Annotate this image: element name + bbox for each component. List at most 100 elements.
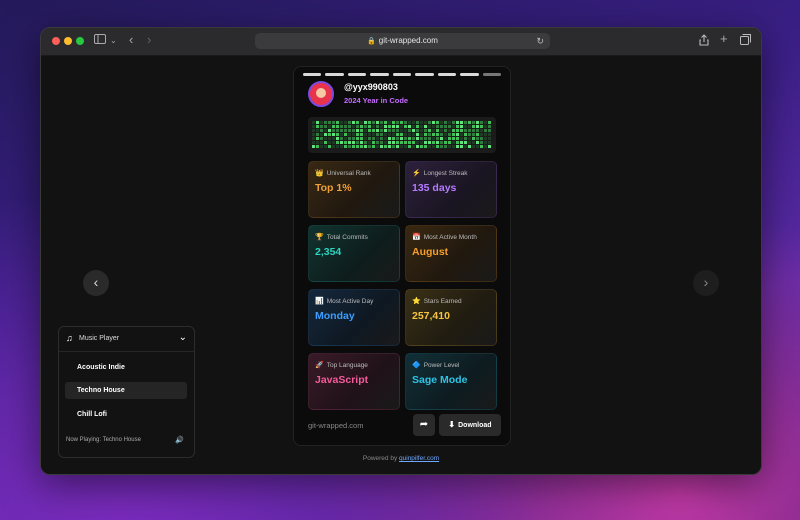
- contribution-cell: [428, 137, 431, 140]
- contribution-cell: [452, 137, 455, 140]
- contribution-cell: [388, 125, 391, 128]
- stat-label: ⚡ Longest Streak: [412, 170, 468, 177]
- contribution-cell: [444, 121, 447, 124]
- contribution-cell: [352, 141, 355, 144]
- contribution-cell: [480, 121, 483, 124]
- contribution-cell: [328, 121, 331, 124]
- stat-label: 👑 Universal Rank: [315, 170, 371, 177]
- stat-value: Sage Mode: [412, 374, 468, 386]
- contribution-cell: [488, 125, 491, 128]
- contribution-cell: [348, 121, 351, 124]
- contribution-cell: [352, 129, 355, 132]
- download-button[interactable]: ⬇ Download: [439, 414, 501, 436]
- contribution-cell: [412, 133, 415, 136]
- contribution-cell: [312, 133, 315, 136]
- new-tab-icon[interactable]: +: [720, 32, 728, 46]
- contribution-cell: [380, 125, 383, 128]
- contribution-cell: [336, 125, 339, 128]
- volume-icon[interactable]: 🔊: [175, 436, 184, 444]
- contribution-cell: [388, 121, 391, 124]
- download-label: Download: [458, 422, 492, 429]
- contribution-cell: [404, 133, 407, 136]
- contribution-cell: [372, 141, 375, 144]
- contribution-cell: [312, 121, 315, 124]
- contribution-cell: [348, 145, 351, 148]
- tabs-overview-icon[interactable]: [740, 34, 751, 49]
- contribution-cell: [488, 121, 491, 124]
- contribution-cell: [320, 141, 323, 144]
- contribution-cell: [404, 141, 407, 144]
- maximize-window-button[interactable]: [76, 37, 84, 45]
- contribution-cell: [456, 125, 459, 128]
- contribution-cell: [400, 141, 403, 144]
- share-icon[interactable]: [699, 34, 709, 50]
- chevron-down-icon[interactable]: ⌄: [110, 34, 117, 48]
- contribution-cell: [392, 145, 395, 148]
- powered-by-link[interactable]: quinpilfer.com: [399, 455, 439, 462]
- contribution-cell: [472, 137, 475, 140]
- stat-value: Top 1%: [315, 182, 352, 194]
- progress-segment: [392, 73, 412, 76]
- stat-tile: 🚀 Top Language JavaScript: [308, 353, 400, 410]
- contribution-cell: [428, 141, 431, 144]
- contribution-cell: [464, 129, 467, 132]
- stat-label: 🚀 Top Language: [315, 362, 368, 369]
- contribution-cell: [480, 145, 483, 148]
- contribution-cell: [452, 125, 455, 128]
- minimize-window-button[interactable]: [64, 37, 72, 45]
- contribution-cell: [468, 137, 471, 140]
- back-button[interactable]: ‹: [129, 33, 133, 47]
- contribution-cell: [432, 121, 435, 124]
- contribution-cell: [436, 137, 439, 140]
- contribution-cell: [460, 121, 463, 124]
- reload-icon[interactable]: ↻: [536, 33, 544, 49]
- previous-slide-button[interactable]: ‹: [83, 270, 109, 296]
- contribution-cell: [408, 141, 411, 144]
- contribution-cell: [380, 137, 383, 140]
- music-player-header[interactable]: ♫ Music Player ⌄: [59, 327, 194, 352]
- chevron-down-icon[interactable]: ⌄: [179, 332, 187, 343]
- contribution-cell: [468, 129, 471, 132]
- next-slide-button[interactable]: ›: [693, 270, 719, 296]
- contribution-cell: [348, 137, 351, 140]
- address-bar[interactable]: 🔒 git-wrapped.com ↻: [255, 33, 550, 49]
- contribution-cell: [416, 145, 419, 148]
- close-window-button[interactable]: [52, 37, 60, 45]
- track-item[interactable]: Acoustic Indie: [65, 359, 187, 376]
- contribution-cell: [460, 129, 463, 132]
- contribution-cell: [316, 129, 319, 132]
- progress-segment: [347, 73, 367, 76]
- contribution-cell: [452, 121, 455, 124]
- contribution-cell: [332, 125, 335, 128]
- contribution-cell: [428, 133, 431, 136]
- contribution-cell: [384, 121, 387, 124]
- contribution-cell: [396, 129, 399, 132]
- contribution-cell: [372, 133, 375, 136]
- contribution-cell: [380, 133, 383, 136]
- contribution-cell: [448, 125, 451, 128]
- contribution-cell: [328, 141, 331, 144]
- crown-icon: 👑: [315, 170, 324, 177]
- contribution-cell: [488, 141, 491, 144]
- contribution-cell: [364, 125, 367, 128]
- contribution-cell: [412, 137, 415, 140]
- contribution-cell: [352, 137, 355, 140]
- contribution-graph: [308, 117, 496, 153]
- contribution-cell: [332, 137, 335, 140]
- contribution-cell: [456, 133, 459, 136]
- contribution-cell: [344, 137, 347, 140]
- sidebar-toggle-icon[interactable]: [94, 34, 106, 48]
- contribution-cell: [344, 145, 347, 148]
- contribution-cell: [368, 121, 371, 124]
- forward-button[interactable]: ›: [147, 33, 151, 47]
- contribution-cell: [432, 125, 435, 128]
- contribution-cell: [432, 129, 435, 132]
- track-item-active[interactable]: Techno House: [65, 382, 187, 399]
- stat-tile: 📊 Most Active Day Monday: [308, 289, 400, 346]
- contribution-cell: [324, 121, 327, 124]
- contribution-cell: [448, 121, 451, 124]
- track-item[interactable]: Chill Lofi: [65, 406, 187, 423]
- contribution-cell: [376, 133, 379, 136]
- share-button[interactable]: ➦: [413, 414, 435, 436]
- contribution-cell: [480, 125, 483, 128]
